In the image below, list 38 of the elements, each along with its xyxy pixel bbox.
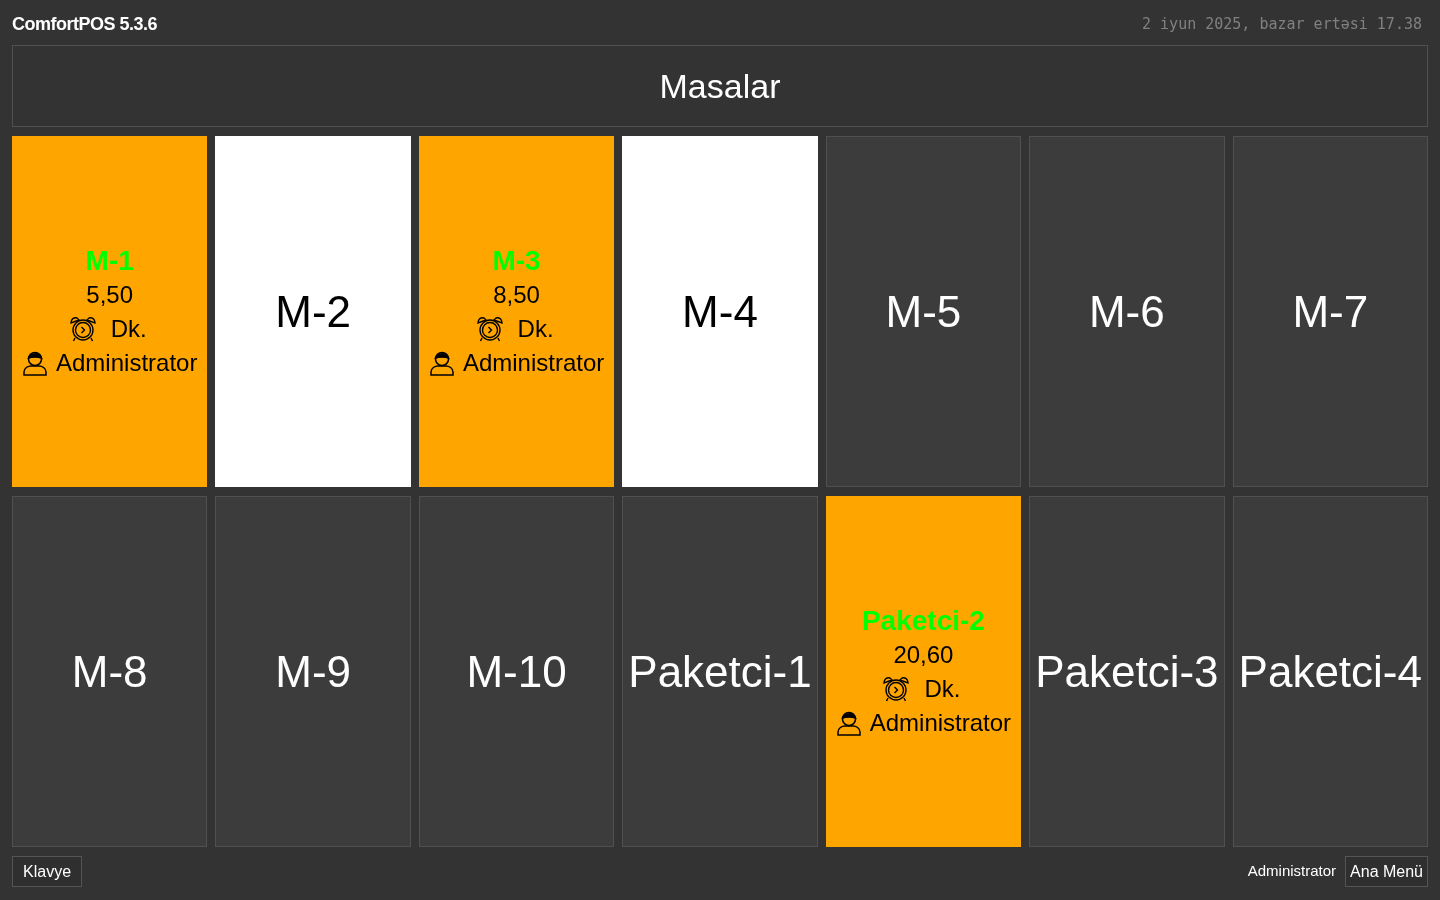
app-title: ComfortPOS 5.3.6 xyxy=(12,13,158,36)
table-tile[interactable]: M-10 xyxy=(418,496,615,847)
table-tile[interactable]: Paketci-2 20,60 Dk. Administrator xyxy=(825,496,1022,847)
alarm-clock-icon xyxy=(68,315,97,342)
user-name: Administrator xyxy=(462,347,605,378)
amount-text: 20,60 xyxy=(893,639,954,670)
keyboard-button[interactable]: Klavye xyxy=(12,856,83,887)
table-tile[interactable]: M-7 xyxy=(1232,136,1428,487)
amount-text: 5,50 xyxy=(86,279,134,310)
table-tile[interactable]: M-3 8,50 Dk. Administrator xyxy=(418,136,615,487)
table-tile[interactable]: M-2 xyxy=(215,136,411,487)
table-name: M-3 xyxy=(492,243,541,278)
user-name: Administrator xyxy=(869,707,1012,738)
user-name: Administrator xyxy=(1247,861,1337,882)
main-menu-button[interactable]: Ana Menü xyxy=(1345,856,1428,887)
alarm-clock-icon xyxy=(475,315,504,342)
date-time-text: 2 iyun 2025, bazar ertəsi 17.38 xyxy=(1142,14,1423,36)
table-tile[interactable]: Paketci-4 xyxy=(1232,496,1428,847)
table-tile[interactable]: Paketci-1 xyxy=(622,496,818,847)
person-icon xyxy=(835,709,862,736)
table-tile[interactable]: M-1 5,50 Dk. Administrator xyxy=(12,136,208,487)
table-name: Paketci-2 xyxy=(861,603,985,638)
table-tile[interactable]: M-5 xyxy=(825,136,1022,487)
table-tile[interactable]: M-6 xyxy=(1029,136,1225,487)
table-tile[interactable]: M-4 xyxy=(622,136,818,487)
person-icon xyxy=(22,349,48,376)
user-name: Administrator xyxy=(56,347,198,378)
amount-text: 8,50 xyxy=(493,279,540,310)
table-tile[interactable]: M-9 xyxy=(215,496,411,847)
duration-text: Dk. xyxy=(110,313,147,344)
table-tile[interactable]: Paketci-3 xyxy=(1029,496,1225,847)
table-tile[interactable]: M-8 xyxy=(12,496,208,847)
duration-text: Dk. xyxy=(517,313,554,344)
person-icon xyxy=(428,349,455,376)
duration-text: Dk. xyxy=(924,673,961,704)
alarm-clock-icon xyxy=(882,675,911,702)
page-title: Masalar xyxy=(659,65,781,107)
table-name: M-1 xyxy=(85,243,134,278)
